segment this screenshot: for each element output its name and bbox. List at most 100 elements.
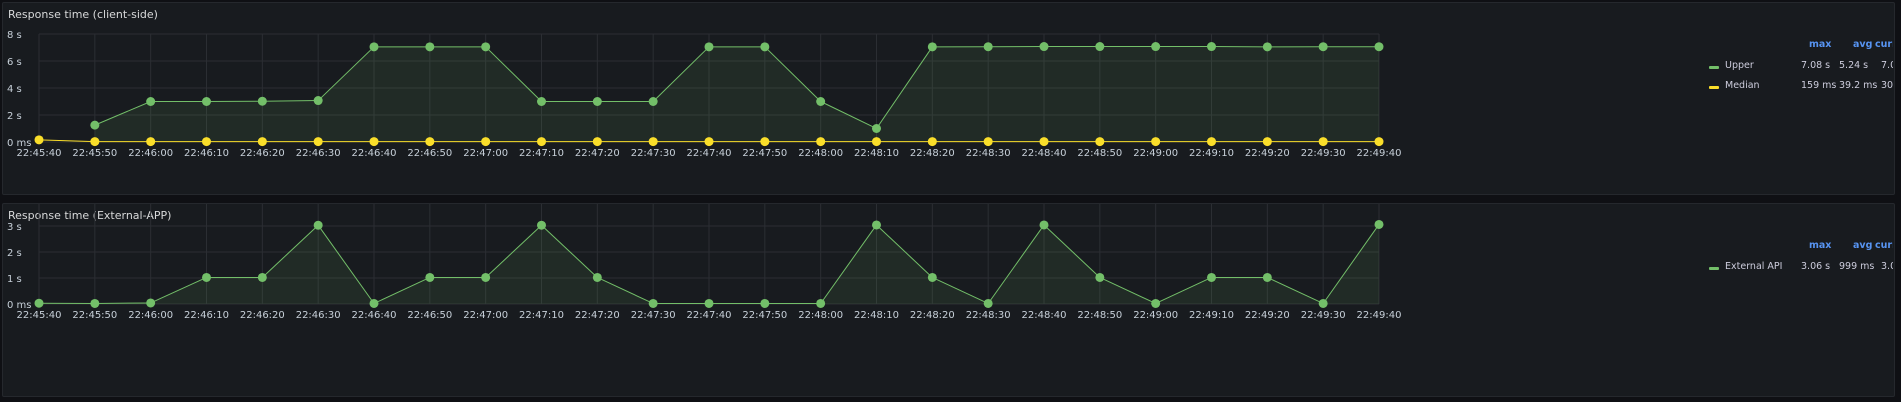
chart-client-side: 0 ms2 s4 s6 s8 s22:45:40 22:45:50 22:46:00… (7, 30, 1402, 159)
x-tick-label: 22:46:30 (296, 148, 341, 159)
data-point (1262, 272, 1272, 282)
legend-header-max[interactable]: max (1809, 240, 1831, 251)
x-tick-label: 22:46:40 (352, 148, 397, 159)
x-tick-label: 22:46:00 (128, 148, 173, 159)
x-tick-label: 22:47:20 (575, 148, 620, 159)
legend-header-current[interactable]: curre (1875, 39, 1893, 50)
y-tick-label: 1 s (7, 274, 22, 285)
x-tick-label: 22:47:10 (519, 310, 564, 321)
x-tick-label: 22:47:30 (631, 310, 676, 321)
legend-item-upper[interactable]: Upper 7.08 s 5.24 s 7.06 (1703, 55, 1893, 75)
legend-current-value: 3.0 (1881, 261, 1893, 272)
x-tick-label: 22:49:40 (1357, 148, 1402, 159)
x-tick-label: 22:49:10 (1189, 148, 1234, 159)
legend-header-current[interactable]: curre (1875, 240, 1893, 251)
legend-header-avg[interactable]: avg (1853, 240, 1872, 251)
legend-header-max[interactable]: max (1809, 39, 1831, 50)
x-tick-label: 22:45:40 (17, 310, 62, 321)
legend-item-median[interactable]: Median 159 ms 39.2 ms 30.9 n (1703, 75, 1893, 95)
legend: max avg curre Upper 7.08 s 5.24 s 7.06 M… (1703, 35, 1893, 95)
legend-current-value: 30.9 n (1881, 80, 1893, 91)
y-tick-label: 8 s (7, 30, 22, 41)
legend-avg-value: 5.24 s (1839, 60, 1869, 71)
data-point (1262, 137, 1272, 147)
x-tick-label: 22:47:40 (687, 310, 732, 321)
x-tick-label: 22:48:30 (966, 310, 1011, 321)
data-point (816, 298, 826, 308)
series-color-swatch (1709, 86, 1719, 89)
data-point (1095, 272, 1105, 282)
data-point (704, 42, 714, 52)
data-point (1318, 42, 1328, 52)
x-tick-label: 22:46:40 (352, 310, 397, 321)
data-point (313, 220, 323, 230)
x-tick-label: 22:46:10 (184, 148, 229, 159)
data-point (257, 96, 267, 106)
y-tick-label: 6 s (7, 57, 22, 68)
data-point (481, 272, 491, 282)
data-point (202, 272, 211, 282)
data-point (1318, 298, 1328, 308)
x-tick-label: 22:48:10 (854, 310, 899, 321)
data-point (872, 220, 881, 230)
x-tick-label: 22:46:50 (407, 310, 452, 321)
x-tick-label: 22:49:40 (1357, 310, 1402, 321)
data-point (202, 97, 211, 106)
y-tick-label: 4 s (7, 84, 22, 95)
y-tick-label: 3 s (7, 222, 22, 233)
data-point (425, 272, 435, 282)
legend-header: max avg curre (1703, 35, 1893, 55)
data-point (146, 97, 156, 106)
x-tick-label: 22:47:30 (631, 148, 676, 159)
legend-header-avg[interactable]: avg (1853, 39, 1872, 50)
x-tick-label: 22:46:50 (407, 148, 452, 159)
y-tick-label: 2 s (7, 248, 22, 259)
legend-avg-value: 39.2 ms (1839, 80, 1878, 91)
legend: max avg curre External API 3.06 s 999 ms… (1703, 236, 1893, 276)
series-line-segment (262, 100, 319, 102)
data-point (592, 272, 602, 282)
legend-max-value: 7.08 s (1801, 60, 1831, 71)
series-line-segment (38, 139, 95, 143)
panel-external-app-response: Response time (External-APP) 0 ms 1 s2 s3… (2, 203, 1895, 397)
data-point (816, 97, 826, 106)
x-tick-label: 22:48:20 (910, 310, 955, 321)
x-tick-label: 22:48:10 (854, 148, 899, 159)
data-point (1374, 219, 1384, 229)
x-tick-label: 22:46:20 (240, 310, 285, 321)
data-point (1151, 137, 1161, 147)
data-point (34, 135, 44, 145)
data-point (592, 137, 602, 147)
x-tick-label: 22:48:50 (1077, 148, 1122, 159)
x-tick-label: 22:47:40 (687, 148, 732, 159)
data-point (592, 97, 602, 106)
data-point (983, 42, 993, 52)
data-point (1039, 42, 1049, 52)
data-point (927, 272, 937, 282)
data-point (1207, 42, 1216, 52)
data-point (257, 272, 267, 282)
y-tick-label: 4 s (7, 204, 22, 207)
x-tick-label: 22:48:00 (798, 310, 843, 321)
data-point (704, 137, 714, 147)
data-point (90, 120, 100, 130)
data-point (1374, 42, 1384, 52)
x-tick-label: 22:49:10 (1189, 310, 1234, 321)
series-line-segment (94, 302, 151, 304)
data-point (537, 97, 546, 106)
data-point (1095, 137, 1105, 147)
data-point (537, 220, 546, 230)
data-point (760, 298, 770, 308)
data-point (369, 137, 379, 147)
data-point (202, 137, 211, 147)
x-tick-label: 22:47:20 (575, 310, 620, 321)
data-point (816, 137, 826, 147)
legend-current-value: 7.06 (1881, 60, 1893, 71)
data-point (1095, 42, 1105, 52)
data-point (313, 137, 323, 147)
data-point (927, 42, 937, 52)
x-tick-label: 22:48:50 (1077, 310, 1122, 321)
x-tick-label: 22:45:50 (72, 310, 117, 321)
legend-item-external-api[interactable]: External API 3.06 s 999 ms 3.0 (1703, 256, 1893, 276)
data-point (425, 137, 435, 147)
